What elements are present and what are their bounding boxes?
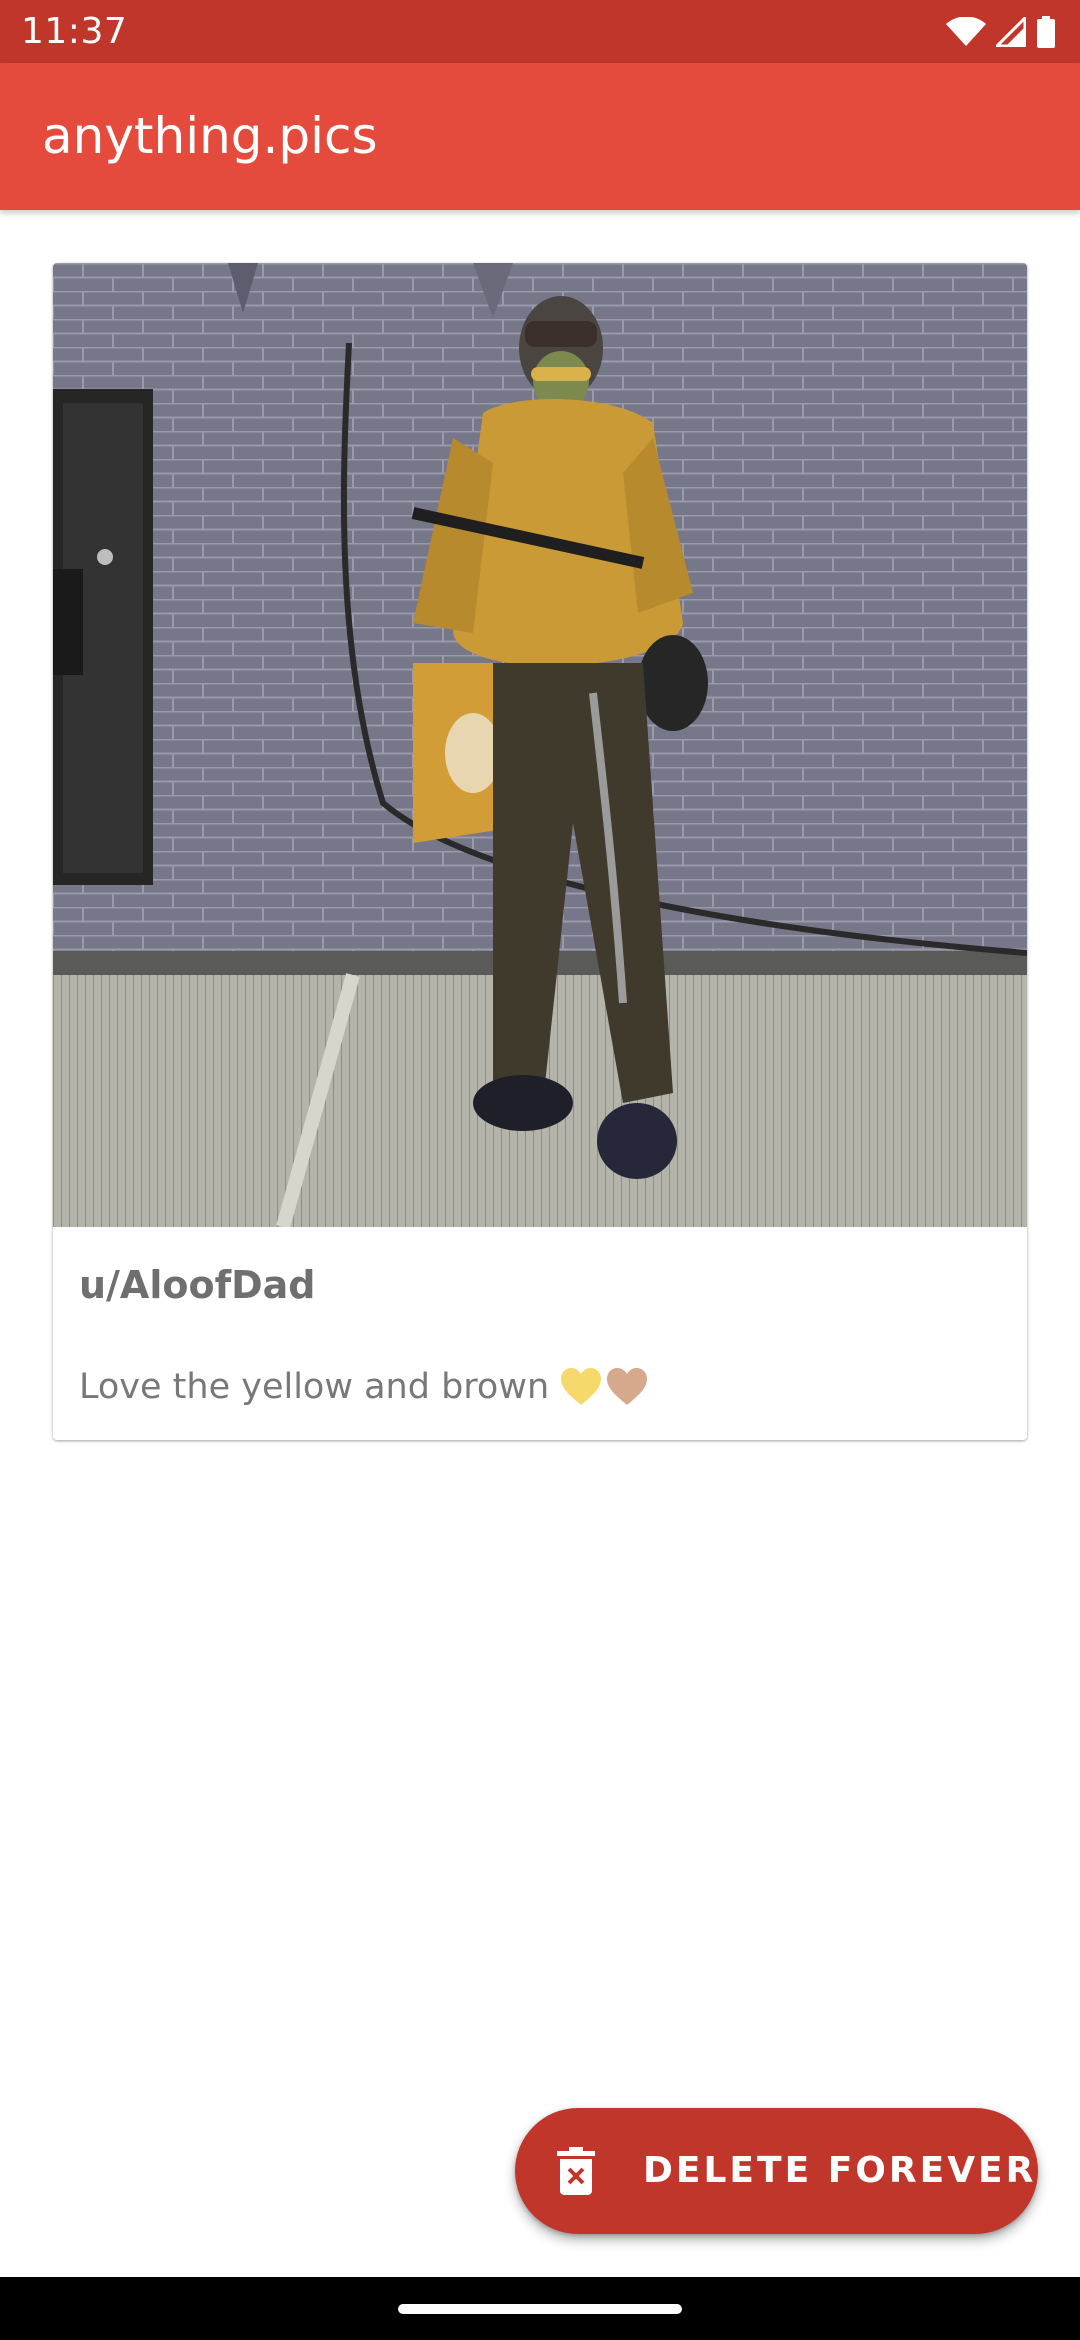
yellow-heart-icon: [561, 1368, 602, 1405]
delete-forever-label: DELETE FOREVER: [643, 2150, 1037, 2191]
wifi-icon: [946, 16, 986, 46]
post-photo: [53, 263, 1027, 1227]
post-username: u/AloofDad: [79, 1263, 316, 1307]
post-caption: Love the yellow and brown: [79, 1367, 649, 1407]
status-icons: [946, 0, 1056, 63]
delete-forever-button[interactable]: DELETE FOREVER: [515, 2108, 1038, 2234]
post-card[interactable]: u/AloofDad Love the yellow and brown: [53, 263, 1027, 1440]
post-caption-text: Love the yellow and brown: [79, 1367, 550, 1407]
cell-signal-icon: [996, 16, 1026, 47]
status-bar: 11:37: [0, 0, 1080, 63]
navigation-bar: [0, 2277, 1080, 2340]
delete-forever-icon: [557, 2147, 595, 2195]
light-brown-heart-icon: [607, 1368, 648, 1405]
app-title: anything.pics: [42, 107, 378, 165]
status-time: 11:37: [21, 11, 128, 52]
home-handle[interactable]: [398, 2304, 682, 2314]
battery-icon: [1037, 15, 1055, 48]
app-bar: anything.pics: [0, 63, 1080, 210]
